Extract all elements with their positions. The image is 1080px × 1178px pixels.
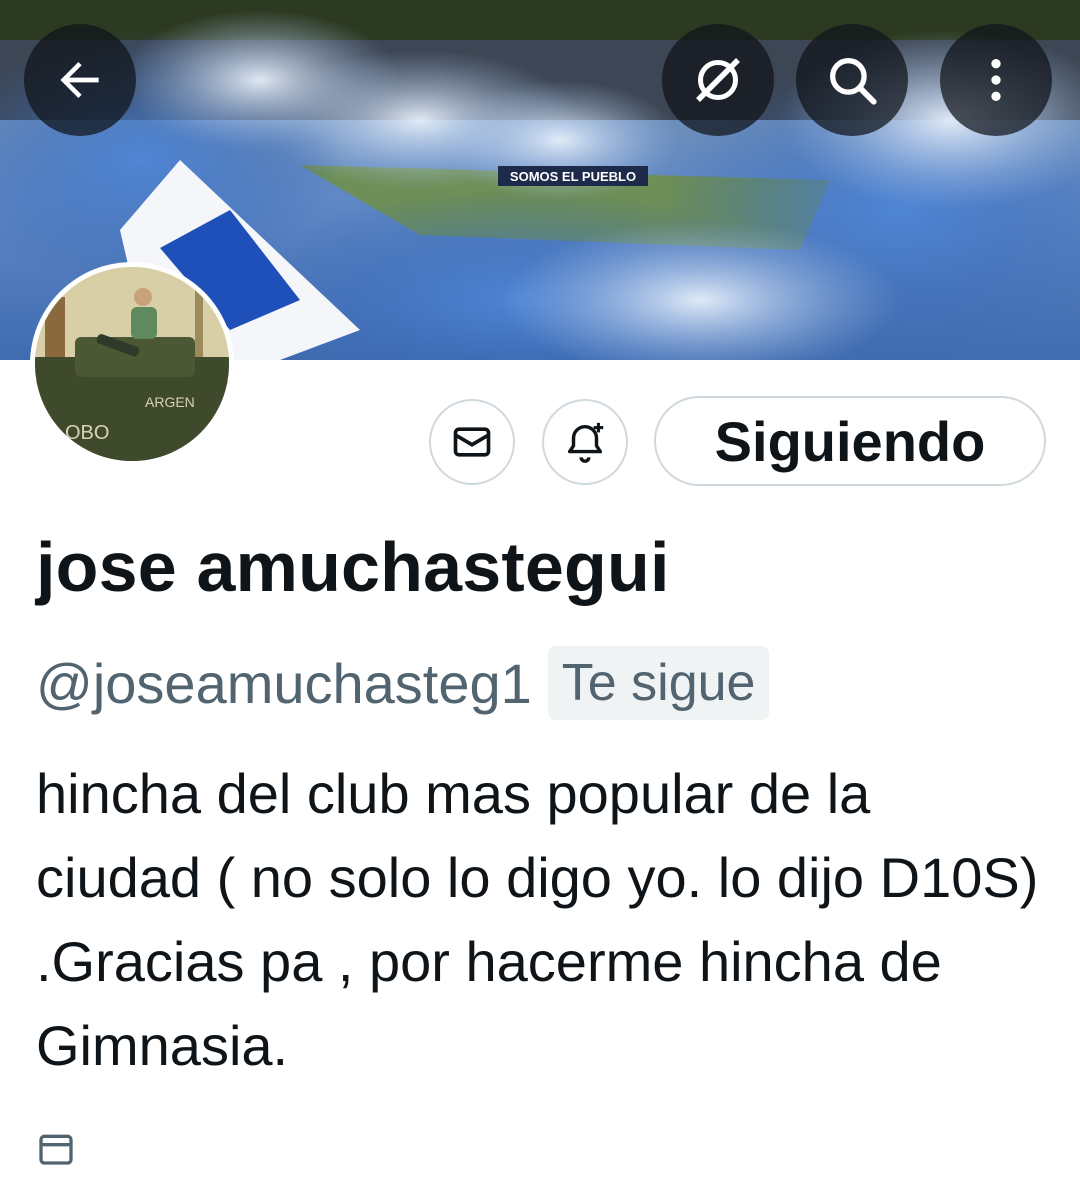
follows-you-badge: Te sigue: [547, 646, 770, 720]
profile-bio: hincha del club mas popular de la ciudad…: [36, 762, 1039, 1077]
message-button[interactable]: [429, 399, 515, 485]
svg-text:OBO: OBO: [65, 422, 109, 444]
banner-sign-text: SOMOS EL PUEBLO: [510, 169, 636, 184]
back-button[interactable]: [24, 24, 136, 136]
following-button[interactable]: Siguiendo: [654, 396, 1046, 486]
search-button[interactable]: [796, 24, 908, 136]
handle-row: @joseamuchasteg1 Te sigue: [36, 638, 770, 728]
grok-icon: [696, 58, 740, 102]
avatar[interactable]: OBO ARGEN: [30, 262, 234, 466]
more-vertical-icon: [991, 59, 1001, 101]
display-name: jose amuchastegui: [36, 528, 670, 606]
svg-text:ARGEN: ARGEN: [145, 394, 195, 410]
joined-row: [36, 1118, 76, 1178]
bell-plus-icon: [567, 422, 604, 463]
notifications-button[interactable]: [542, 399, 628, 485]
arrow-left-icon: [60, 62, 99, 98]
more-options-button[interactable]: [940, 24, 1052, 136]
user-handle: @joseamuchasteg1: [36, 651, 532, 715]
avatar-image: OBO ARGEN: [35, 267, 229, 461]
grok-button[interactable]: [662, 24, 774, 136]
calendar-icon: [39, 1134, 73, 1165]
envelope-icon: [453, 427, 491, 457]
search-icon: [830, 58, 877, 105]
